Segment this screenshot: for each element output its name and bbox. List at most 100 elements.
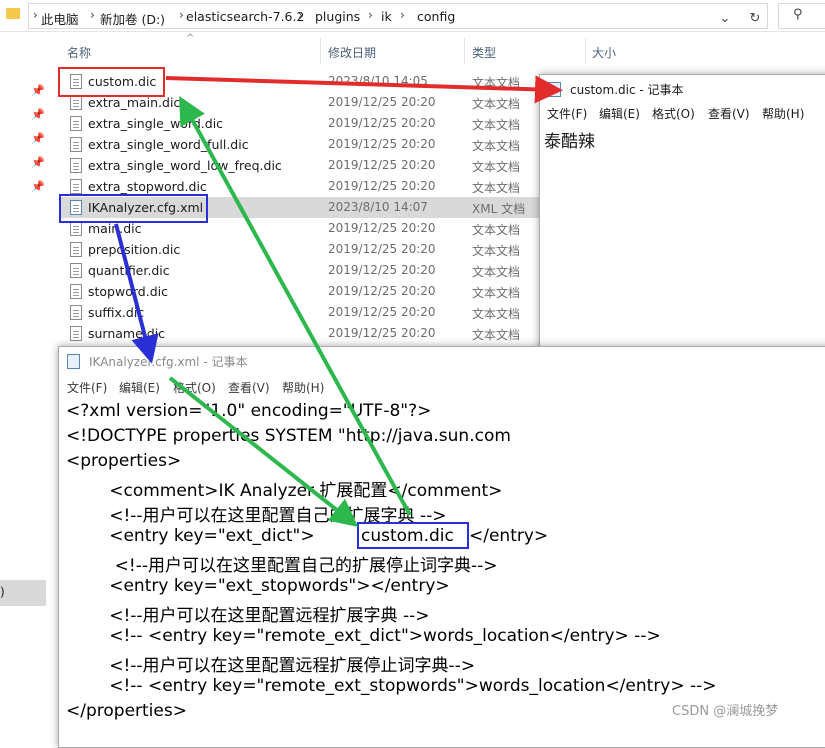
text-file-icon	[70, 284, 82, 299]
menu-view[interactable]: 查看(V)	[228, 379, 270, 396]
window-titlebar[interactable]: custom.dic - 记事本	[540, 75, 825, 103]
code-line: <!DOCTYPE properties SYSTEM "http://java…	[66, 426, 511, 446]
file-name: extra_single_word_low_freq.dic	[88, 158, 282, 173]
file-row-extra-single-word-low-freq[interactable]: extra_single_word_low_freq.dic 2019/12/2…	[60, 155, 540, 176]
menu-format[interactable]: 格式(O)	[173, 379, 216, 396]
file-date: 2023/8/10 14:07	[328, 200, 428, 214]
file-date: 2019/12/25 20:20	[328, 137, 436, 151]
breadcrumb-item-this-pc[interactable]: 此电脑	[41, 9, 79, 28]
menu-file[interactable]: 文件(F)	[547, 105, 587, 122]
column-divider[interactable]	[464, 38, 465, 64]
file-type: 文本文档	[472, 223, 521, 237]
chevron-right-icon: ›	[298, 8, 303, 22]
text-file-icon	[70, 95, 82, 110]
text-file-icon	[70, 263, 82, 278]
file-type: 文本文档	[472, 307, 521, 321]
column-header-modified[interactable]: 修改日期	[328, 44, 376, 61]
file-name: extra_single_word.dic	[88, 116, 224, 131]
code-line: <!--用户可以在这里配置自己的扩展停止词字典-->	[66, 556, 498, 576]
menu-file[interactable]: 文件(F)	[67, 379, 107, 396]
editor-text[interactable]: 泰酷辣	[544, 127, 595, 152]
breadcrumb-item-elasticsearch[interactable]: elasticsearch-7.6.2	[186, 9, 304, 24]
column-header-type[interactable]: 类型	[472, 44, 496, 61]
nav-item-selected[interactable]: )	[0, 580, 46, 606]
address-bar: › 此电脑 › 新加卷 (D:) › elasticsearch-7.6.2 ›…	[0, 0, 825, 32]
file-type: 文本文档	[472, 244, 521, 258]
watermark: CSDN @澜城挽梦	[672, 704, 779, 719]
menu-edit[interactable]: 编辑(E)	[599, 105, 640, 122]
nav-item-label: )	[0, 585, 5, 599]
code-line: <properties>	[66, 451, 182, 471]
file-name: stopword.dic	[88, 284, 168, 299]
highlight-box-red	[58, 67, 165, 97]
menu-help[interactable]: 帮助(H)	[762, 105, 804, 122]
text-file-icon	[70, 158, 82, 173]
breadcrumb-item-plugins[interactable]: plugins	[315, 9, 360, 24]
file-row-preposition[interactable]: preposition.dic 2019/12/25 20:20 文本文档	[60, 239, 540, 260]
pin-icon: 📌	[31, 84, 45, 97]
column-header-name[interactable]: 名称	[67, 44, 91, 61]
file-date: 2019/12/25 20:20	[328, 284, 436, 298]
chevron-right-icon: ›	[368, 8, 373, 22]
text-file-icon	[70, 326, 82, 341]
file-name: extra_main.dic	[88, 95, 181, 110]
file-date: 2019/12/25 20:20	[328, 158, 436, 172]
search-input[interactable]: ⚲	[778, 3, 825, 29]
pin-icon: 📌	[31, 156, 45, 169]
folder-icon	[6, 8, 20, 19]
pin-icon: 📌	[31, 180, 45, 193]
text-file-icon	[70, 221, 82, 236]
highlight-box-blue	[357, 522, 469, 549]
column-header-size[interactable]: 大小	[592, 44, 616, 61]
breadcrumb-item-config[interactable]: config	[417, 9, 455, 24]
file-row-surname[interactable]: surname.dic 2019/12/25 20:20 文本文档	[60, 323, 540, 344]
menu-view[interactable]: 查看(V)	[708, 105, 750, 122]
code-line-tail: </entry>	[469, 526, 549, 546]
chevron-down-icon[interactable]: ⌄	[713, 8, 737, 30]
file-date: 2023/8/10 14:05	[328, 74, 428, 88]
file-name: main.dic	[88, 221, 142, 236]
file-row-quantifier[interactable]: quantifier.dic 2019/12/25 20:20 文本文档	[60, 260, 540, 281]
text-file-icon	[70, 116, 82, 131]
file-name: extra_stopword.dic	[88, 179, 207, 194]
code-line: </properties>	[66, 701, 187, 721]
code-line: <entry key="ext_dict">	[66, 526, 315, 546]
refresh-icon[interactable]: ↻	[743, 8, 767, 30]
file-date: 2019/12/25 20:20	[328, 326, 436, 340]
file-name: extra_single_word_full.dic	[88, 137, 249, 152]
code-line: <!--用户可以在这里配置远程扩展停止词字典-->	[66, 656, 476, 676]
file-date: 2019/12/25 20:20	[328, 305, 436, 319]
window-titlebar[interactable]: IKAnalyzer.cfg.xml - 记事本	[59, 347, 825, 375]
file-row-stopword[interactable]: stopword.dic 2019/12/25 20:20 文本文档	[60, 281, 540, 302]
file-row-extra-single-word[interactable]: extra_single_word.dic 2019/12/25 20:20 文…	[60, 113, 540, 134]
file-type: XML 文档	[472, 202, 526, 216]
file-date: 2019/12/25 20:20	[328, 221, 436, 235]
text-file-icon	[70, 137, 82, 152]
file-type: 文本文档	[472, 265, 521, 279]
notepad-icon	[67, 354, 80, 369]
window-title: IKAnalyzer.cfg.xml - 记事本	[89, 355, 248, 369]
file-row-suffix[interactable]: suffix.dic 2019/12/25 20:20 文本文档	[60, 302, 540, 323]
chevron-right-icon: ›	[33, 8, 38, 22]
file-date: 2019/12/25 20:20	[328, 116, 436, 130]
breadcrumb-item-drive[interactable]: 新加卷 (D:)	[100, 9, 165, 28]
menu-help[interactable]: 帮助(H)	[282, 379, 324, 396]
menu-format[interactable]: 格式(O)	[652, 105, 695, 122]
navigation-pane: 📌 📌 📌 📌 📌	[0, 32, 55, 727]
column-divider[interactable]	[320, 38, 321, 64]
file-date: 2019/12/25 20:20	[328, 242, 436, 256]
code-line: <!-- <entry key="remote_ext_stopwords">w…	[66, 676, 717, 696]
breadcrumb-item-ik[interactable]: ik	[381, 9, 392, 24]
file-type: 文本文档	[472, 139, 521, 153]
file-row-extra-single-word-full[interactable]: extra_single_word_full.dic 2019/12/25 20…	[60, 134, 540, 155]
menu-edit[interactable]: 编辑(E)	[119, 379, 160, 396]
file-date: 2019/12/25 20:20	[328, 179, 436, 193]
file-type: 文本文档	[472, 97, 521, 111]
breadcrumb[interactable]: › 此电脑 › 新加卷 (D:) › elasticsearch-7.6.2 ›…	[28, 3, 768, 29]
highlight-box-blue	[59, 194, 208, 223]
chevron-right-icon: ›	[179, 8, 184, 22]
notepad-icon	[548, 82, 561, 97]
column-divider[interactable]	[585, 38, 586, 64]
chevron-right-icon: ›	[400, 8, 405, 22]
code-line: <entry key="ext_stopwords"></entry>	[66, 576, 450, 596]
